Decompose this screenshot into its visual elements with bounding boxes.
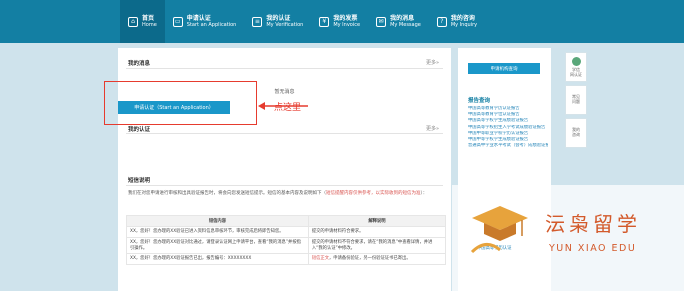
nav-item-my-verification[interactable]: ≡ 我的认证 My Verification — [244, 0, 311, 43]
nav-apply-label-cn: 申请认证 — [186, 14, 211, 22]
nav-inquiry-label-en: My Inquiry — [450, 22, 478, 29]
sms-help-text-end: ）： — [420, 191, 428, 196]
table-cell-desc-red: 短信正文 — [311, 256, 330, 262]
institution-query-button[interactable]: 申请机构查询 — [468, 63, 540, 74]
nav-message-label-en: My Message — [390, 22, 421, 29]
table-cell-content: XX，您好！您办理的XX验证对比通过，请登录认证网上申请平台，查看“我的消息”并… — [126, 236, 309, 255]
nav-menu: ⌂ 首页 Home ▭ 申请认证 Start an Application ≡ 我的… — [120, 0, 570, 43]
table-row: XX，您好！您办理的XX验证报告已出，报告编号：XXXXXXXX 短信正文，申请… — [126, 253, 447, 266]
sms-help-text-note: 短信提醒内容仅供参考，以实际收到的短信为准 — [326, 191, 421, 196]
verification-section-title: 我的认证 — [128, 127, 151, 133]
report-link[interactable]: 中国高等学校招生入学考试成绩验证报告 — [468, 125, 548, 131]
report-link[interactable]: 普通高中学业水平考试（会考）成绩验证报告 — [468, 143, 548, 149]
table-header-row: 短信内容 解释说明 — [126, 215, 447, 227]
side-tool-my-inquiry[interactable]: 我的 咨询 — [565, 118, 587, 148]
side-tool-faq[interactable]: 常见 问题 — [565, 85, 587, 115]
nav-home-label-cn: 首页 — [142, 14, 155, 22]
monitor-icon: ▭ — [172, 16, 183, 27]
verification-divider — [126, 133, 443, 134]
inquiry-icon: ? — [436, 16, 447, 27]
table-cell-content: XX，您好！您办理的XX验证已进入资料信息审核环节，审核完成后将即告知您。 — [126, 226, 309, 238]
sms-help-title: 短信说明 — [128, 178, 151, 184]
side-tool-faq-label: 常见 问题 — [572, 94, 580, 104]
nav-invoice-label-en: My Invoice — [333, 22, 361, 29]
table-row: XX，您好！您办理的XX验证对比通过，请登录认证网上申请平台，查看“我的消息”并… — [126, 236, 447, 255]
side-tool-chsi-label: 学信 网认证 — [570, 66, 582, 77]
table-cell-content: XX，您好！您办理的XX验证报告已出，报告编号：XXXXXXXX — [126, 253, 309, 266]
nav-item-my-message[interactable]: ✉ 我的消息 My Message — [368, 0, 429, 43]
nav-verification-label-cn: 我的认证 — [266, 14, 291, 22]
report-query-title: 报告查询 — [468, 98, 491, 104]
message-icon: ✉ — [376, 16, 387, 27]
nav-item-start-application[interactable]: ▭ 申请认证 Start an Application — [165, 0, 245, 43]
table-header-desc: 解释说明 — [307, 215, 447, 227]
nav-item-home[interactable]: ⌂ 首页 Home — [120, 0, 165, 43]
watermark-brand-en: YUN XIAO EDU — [549, 243, 637, 254]
verification-more-link[interactable]: 更多» — [426, 125, 439, 132]
nav-item-my-invoice[interactable]: ¥ 我的发票 My Invoice — [311, 0, 368, 43]
messages-section-title: 我的消息 — [128, 61, 151, 67]
messages-divider — [126, 68, 443, 69]
watermark-brand-cn: 沄枭留学 — [545, 212, 641, 236]
chsi-badge-icon — [571, 56, 581, 66]
nav-home-label-en: Home — [142, 22, 157, 29]
table-header-content: 短信内容 — [126, 215, 309, 227]
messages-more-link[interactable]: 更多» — [426, 59, 439, 66]
nav-verification-label-en: My Verification — [266, 22, 304, 29]
sms-table: 短信内容 解释说明 XX，您好！您办理的XX验证已进入资料信息审核环节，审核完成… — [126, 215, 447, 266]
nav-item-my-inquiry[interactable]: ? 我的咨询 My Inquiry — [429, 0, 485, 43]
help-divider — [126, 185, 443, 186]
top-navigation-bar: ⌂ 首页 Home ▭ 申请认证 Start an Application ≡ 我的… — [0, 0, 684, 43]
table-row: XX，您好！您办理的XX验证已进入资料信息审核环节，审核完成后将即告知您。 提交… — [126, 226, 447, 238]
table-cell-desc-rest: ，申请备份验证，另一份验证证书已寄出。 — [329, 256, 411, 262]
table-cell-desc: 提交的申请材料符合要求。 — [307, 226, 447, 238]
invoice-icon: ¥ — [319, 16, 330, 27]
table-cell-desc: 提交的申请材料不符合要求，请在“我的消息”中查看详情，并进入“我的认证”中修改。 — [307, 236, 447, 255]
document-icon: ≡ — [252, 16, 263, 27]
nav-inquiry-label-cn: 我的咨询 — [450, 14, 475, 22]
nav-invoice-label-cn: 我的发票 — [333, 14, 358, 22]
table-cell-desc: 短信正文，申请备份验证，另一份验证证书已寄出。 — [307, 253, 447, 266]
sms-help-text: 我们在对您申请进行审核和出具验证报告时，将会向您发送短信提示。短信的基本内容及说… — [128, 191, 446, 198]
side-tool-inquiry-label: 我的 咨询 — [572, 127, 580, 137]
report-links: 中国高等教育学历认证报告 中国高等教育学位认证报告 中国高等学校学生成绩验证报告… — [468, 106, 548, 150]
nav-apply-label-en: Start an Application — [186, 22, 237, 29]
side-tool-chsi[interactable]: 学信 网认证 — [565, 52, 587, 82]
home-icon: ⌂ — [128, 16, 138, 27]
sms-help-text-main: 我们在对您申请进行审核和出具验证报告时，将会向您发送短信提示。短信的基本内容及说… — [128, 191, 326, 196]
start-application-button[interactable]: 申请认证（Start an Application） — [118, 101, 230, 114]
click-here-annotation: 点这里 — [274, 103, 302, 113]
nav-message-label-cn: 我的消息 — [390, 14, 415, 22]
side-toolbar: 学信 网认证 常见 问题 我的 咨询 — [565, 52, 587, 151]
graduation-cap-logo-icon — [470, 206, 528, 254]
